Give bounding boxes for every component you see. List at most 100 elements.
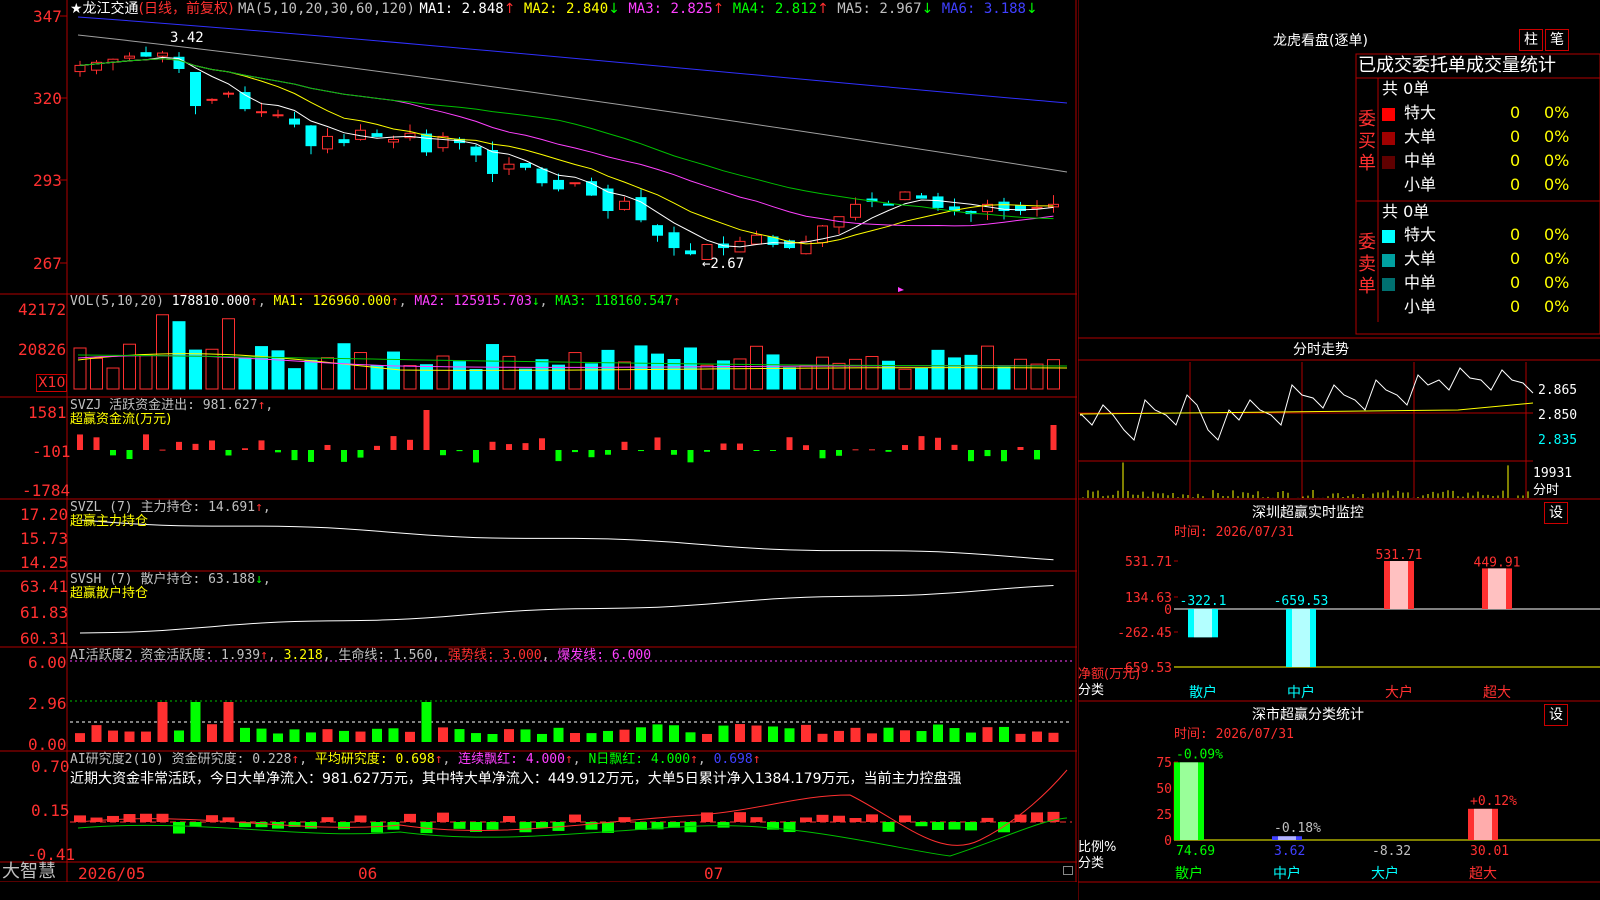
activity-bar	[1032, 731, 1042, 742]
candle-body	[206, 98, 218, 101]
activity-bar	[999, 726, 1009, 742]
activity-bar	[438, 727, 448, 742]
order-count: 0	[1510, 127, 1521, 146]
order-type-label: 中单	[1404, 273, 1437, 292]
candle-body	[487, 150, 498, 174]
volume-bar	[387, 351, 400, 390]
volume-bar	[205, 348, 219, 390]
activity-bar	[91, 725, 102, 742]
x-axis-label: 06	[358, 864, 378, 883]
activity-bar	[636, 727, 646, 742]
research-bar	[536, 822, 548, 829]
flow-bar	[159, 449, 166, 451]
research-bar	[305, 822, 317, 829]
activity-bar	[240, 727, 250, 742]
flow-bar	[522, 443, 529, 450]
order-percent: 0%	[1544, 151, 1570, 170]
flow-bar	[275, 450, 281, 453]
volume-bar	[618, 361, 631, 390]
class-bar-highlight	[1180, 762, 1198, 840]
order-color-swatch	[1382, 132, 1395, 145]
period-label[interactable]: (日线，前复权)	[139, 1, 234, 17]
intraday-y-label: 2.865	[1538, 383, 1578, 398]
main-chart-area[interactable]: ★龙江交通(日线，前复权) MA(5,10,20,30,60,120) MA1:…	[0, 0, 1077, 883]
candle-body	[272, 114, 284, 117]
activity-bar	[751, 725, 762, 742]
class-category-label: 散户	[1175, 865, 1203, 882]
flow-bar	[836, 450, 842, 456]
volume-bar	[288, 368, 301, 390]
class-ylabel: 比例%	[1078, 840, 1117, 855]
activity-bar	[372, 728, 382, 742]
flow-bar	[555, 450, 562, 462]
research-bar	[866, 814, 878, 822]
research-bar	[519, 822, 532, 833]
ai-research-header: AI研究度2(10) 资金研究度: 0.228↑, 平均研究度: 0.698↑,…	[70, 752, 761, 767]
unit-badge: X10	[36, 374, 68, 392]
flow-bar	[605, 450, 611, 455]
candle-body	[817, 225, 828, 244]
volume-bar	[106, 367, 120, 390]
column-view-button[interactable]: 柱	[1519, 29, 1543, 51]
flow-bar	[93, 437, 100, 450]
volume-bar	[832, 362, 846, 390]
order-count: 0	[1510, 103, 1521, 122]
candle-body	[470, 146, 482, 156]
svsh-subtitle: 超赢散户持仓	[70, 586, 149, 601]
class-value-label: 74.69	[1176, 844, 1215, 859]
vol-header: VOL(5,10,20) 178810.000↑, MA1: 126960.00…	[70, 294, 681, 309]
intraday-volume: 19931	[1533, 466, 1573, 481]
flow-bar	[407, 439, 413, 450]
candle-body	[124, 55, 135, 59]
activity-bar	[273, 733, 283, 742]
volume-bar	[568, 352, 582, 390]
monitor-bar-highlight	[1292, 609, 1310, 667]
activity-bar	[487, 733, 498, 742]
ma-value-1: MA1: 2.848	[419, 1, 504, 17]
price-y-label: 347	[33, 7, 62, 26]
flow-bar	[143, 434, 149, 450]
volume-bar	[799, 365, 813, 390]
flow-bar	[176, 441, 182, 450]
research-bar	[404, 813, 416, 822]
class-category-label: 中户	[1273, 865, 1301, 882]
vol-y-label: 42172	[18, 300, 67, 319]
stock-title[interactable]: ★龙江交通	[70, 1, 139, 17]
ma2-line	[79, 58, 1054, 245]
detail-view-button[interactable]: 笔	[1545, 29, 1569, 51]
activity-bar	[405, 731, 415, 742]
svsh-y-label: 61.83	[20, 603, 69, 622]
candle-body	[289, 118, 300, 125]
research-bar	[849, 817, 862, 822]
activity-bar	[537, 733, 547, 742]
flow-bar	[209, 440, 215, 450]
flow-bar	[440, 450, 446, 456]
volume-bar	[403, 365, 417, 390]
activity-bar	[520, 729, 531, 742]
flow-bar	[242, 448, 248, 450]
volume-bar	[535, 359, 549, 390]
monitor-y-label: -262.45	[1117, 626, 1172, 641]
order-percent: 0%	[1544, 103, 1570, 122]
monitor-settings-button[interactable]: 设	[1544, 502, 1568, 524]
order-type-label: 特大	[1404, 103, 1437, 122]
activity-bar	[966, 732, 976, 742]
lock-icon[interactable]	[1063, 866, 1073, 875]
ai-active-y-label: 6.00	[28, 653, 67, 672]
volume-bar	[816, 356, 829, 390]
flow-bar	[869, 449, 875, 451]
candle-body	[140, 52, 152, 57]
activity-bar	[702, 733, 712, 742]
candle-body	[388, 139, 399, 143]
flow-bar	[671, 450, 677, 455]
flow-bar	[390, 436, 397, 450]
class-change-label: -0.18%	[1274, 821, 1321, 836]
low-price-mark: ←2.67	[702, 256, 745, 272]
activity-bar	[157, 702, 168, 742]
candle-body	[503, 163, 515, 170]
class-settings-button[interactable]: 设	[1544, 704, 1568, 726]
flow-bar	[192, 443, 199, 450]
research-bar	[882, 822, 895, 832]
volume-bar	[684, 347, 697, 390]
volume-bar	[964, 354, 978, 390]
